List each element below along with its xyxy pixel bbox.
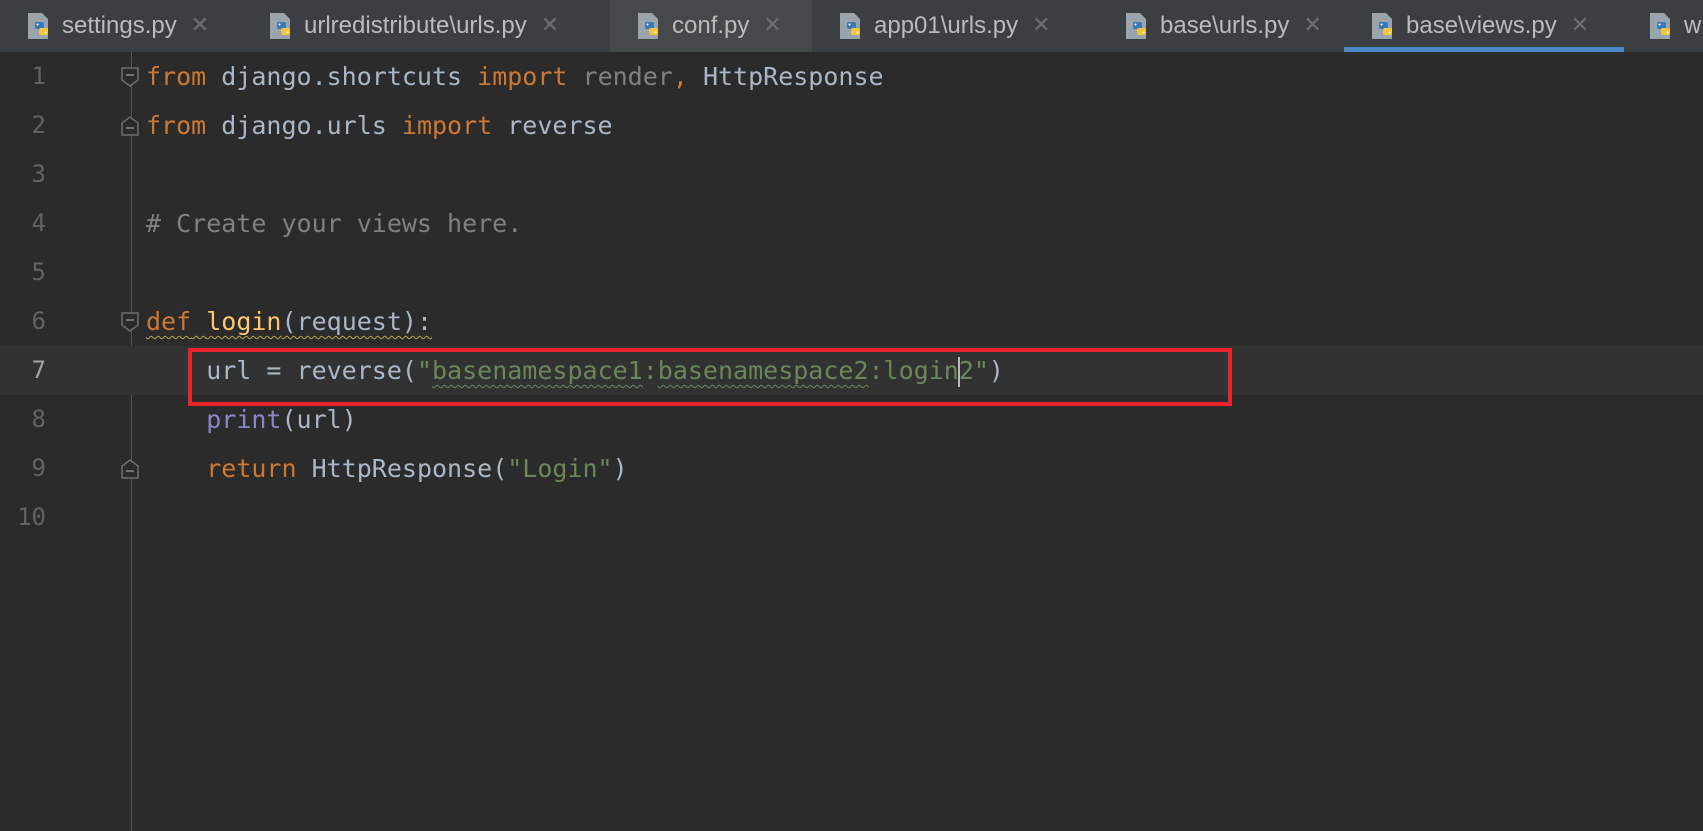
python-file-icon [1126,13,1146,39]
close-icon[interactable]: ✕ [1303,15,1321,37]
line-number: 3 [31,160,46,188]
python-file-icon [1650,13,1670,39]
code-line[interactable]: 10 [0,493,1703,542]
python-file-icon [270,13,290,39]
fold-marker-icon[interactable] [121,312,139,332]
tab-label: base\views.py [1406,12,1557,39]
code-line[interactable]: 2 from django.urls import reverse [0,101,1703,150]
code-comment: # Create your views here. [146,209,523,238]
close-icon[interactable]: ✕ [1571,15,1589,37]
tab-urlredistribute-urls-py[interactable]: urlredistribute\urls.py ✕ [242,0,610,52]
line-number: 7 [31,356,46,384]
line-number: 8 [31,405,46,433]
highlight-annotation-box [188,348,1232,406]
code-line[interactable]: 9 return HttpResponse("Login") [0,444,1703,493]
python-file-icon [1372,13,1392,39]
line-number: 5 [31,258,46,286]
close-icon[interactable]: ✕ [191,15,209,37]
line-number: 6 [31,307,46,335]
code-text: from django.shortcuts import render, Htt… [146,62,884,91]
tab-app01-urls-py[interactable]: app01\urls.py ✕ [812,0,1098,52]
line-number: 9 [31,454,46,482]
tab-label: app01\urls.py [874,12,1019,39]
tab-label: settings.py [62,12,177,39]
code-line[interactable]: 6 def login(request): [0,297,1703,346]
tab-base-views-py[interactable]: base\views.py ✕ [1344,0,1624,52]
tab-settings-py[interactable]: settings.py ✕ [0,0,242,52]
tab-base-urls-py[interactable]: base\urls.py ✕ [1098,0,1344,52]
line-number: 1 [31,62,46,90]
close-icon[interactable]: ✕ [1032,15,1050,37]
code-editor[interactable]: 1 from django.shortcuts import render, H… [0,52,1703,831]
fold-marker-icon[interactable] [121,459,139,479]
tab-label: base\urls.py [1160,12,1290,39]
tab-conf-py[interactable]: conf.py ✕ [610,0,812,52]
tab-partial[interactable]: w [1624,0,1703,52]
tab-label: urlredistribute\urls.py [304,12,527,39]
line-number: 2 [31,111,46,139]
close-icon[interactable]: ✕ [541,15,559,37]
fold-marker-icon[interactable] [121,67,139,87]
close-icon[interactable]: ✕ [763,15,781,37]
code-line[interactable]: 1 from django.shortcuts import render, H… [0,52,1703,101]
python-file-icon [638,13,658,39]
tab-label: conf.py [672,12,750,39]
tab-label: w [1684,12,1702,39]
code-line[interactable]: 4 # Create your views here. [0,199,1703,248]
line-number: 4 [31,209,46,237]
line-number: 10 [17,503,46,531]
code-line[interactable]: 5 [0,248,1703,297]
fold-marker-icon[interactable] [121,116,139,136]
code-text: def login(request): [146,307,432,336]
code-text: return HttpResponse("Login") [206,454,628,483]
python-file-icon [840,13,860,39]
editor-tab-bar: settings.py ✕ urlredistribute\urls.py ✕ … [0,0,1703,53]
code-text: from django.urls import reverse [146,111,613,140]
python-file-icon [28,13,48,39]
code-line[interactable]: 3 [0,150,1703,199]
